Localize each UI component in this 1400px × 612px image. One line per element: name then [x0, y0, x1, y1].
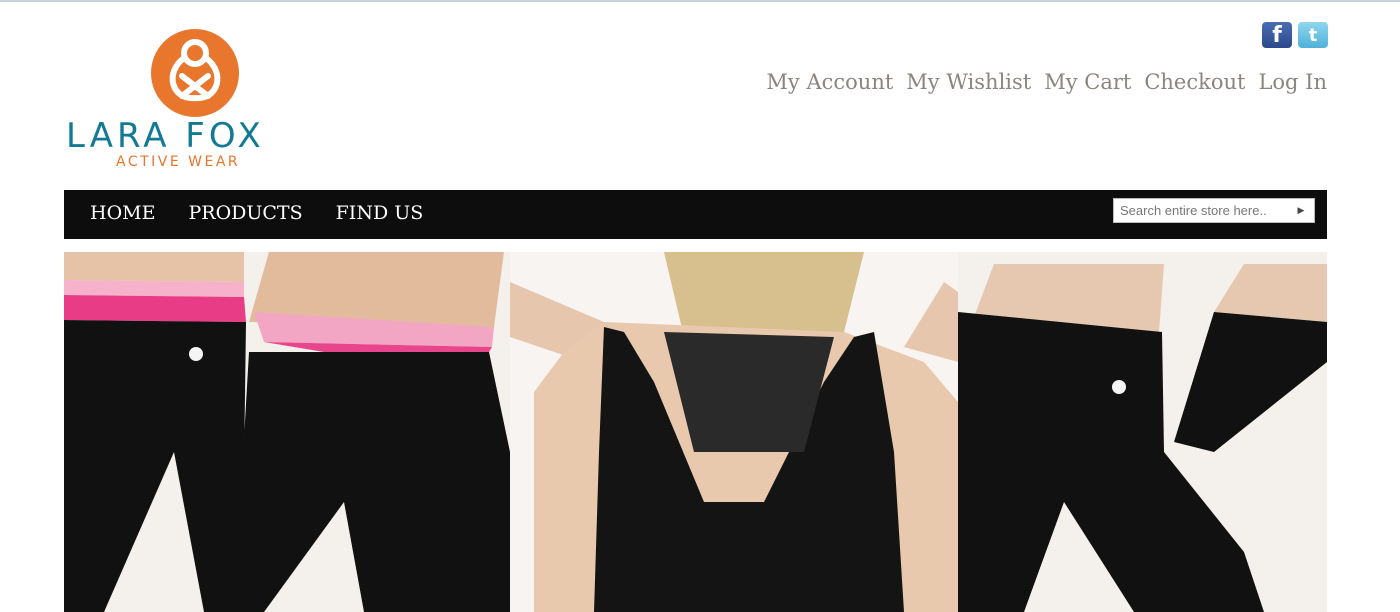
hero-image-mesh-tank[interactable]	[510, 252, 958, 612]
search-box: ▶	[1113, 198, 1315, 223]
hero-banner[interactable]	[64, 252, 1327, 612]
main-nav: HOME PRODUCTS FIND US ▶	[64, 190, 1327, 239]
hero-images	[64, 252, 1327, 612]
login-link[interactable]: Log In	[1258, 70, 1327, 94]
nav-find-us[interactable]: FIND US	[336, 202, 424, 224]
social-links: f t	[1262, 22, 1328, 48]
hero-image-leggings-pink[interactable]	[64, 252, 510, 612]
brand-logo[interactable]: LARA FOX ACTIVE WEAR	[64, 26, 314, 176]
top-border	[0, 0, 1400, 2]
search-input[interactable]	[1114, 199, 1292, 222]
nav-items: HOME PRODUCTS FIND US	[90, 202, 423, 224]
facebook-icon[interactable]: f	[1262, 22, 1292, 48]
nav-home[interactable]: HOME	[90, 202, 155, 224]
search-arrow-icon[interactable]: ▶	[1292, 206, 1310, 216]
twitter-icon[interactable]: t	[1298, 22, 1328, 48]
brand-name: LARA FOX	[66, 116, 265, 156]
nav-products[interactable]: PRODUCTS	[188, 202, 302, 224]
checkout-link[interactable]: Checkout	[1144, 70, 1245, 94]
account-links: My Account My Wishlist My Cart Checkout …	[766, 70, 1327, 94]
my-wishlist-link[interactable]: My Wishlist	[906, 70, 1031, 94]
brand-tagline: ACTIVE WEAR	[116, 154, 241, 170]
my-account-link[interactable]: My Account	[766, 70, 893, 94]
my-cart-link[interactable]: My Cart	[1044, 70, 1131, 94]
logo-mark-icon	[151, 29, 239, 117]
hero-image-leggings-side[interactable]	[958, 252, 1327, 612]
